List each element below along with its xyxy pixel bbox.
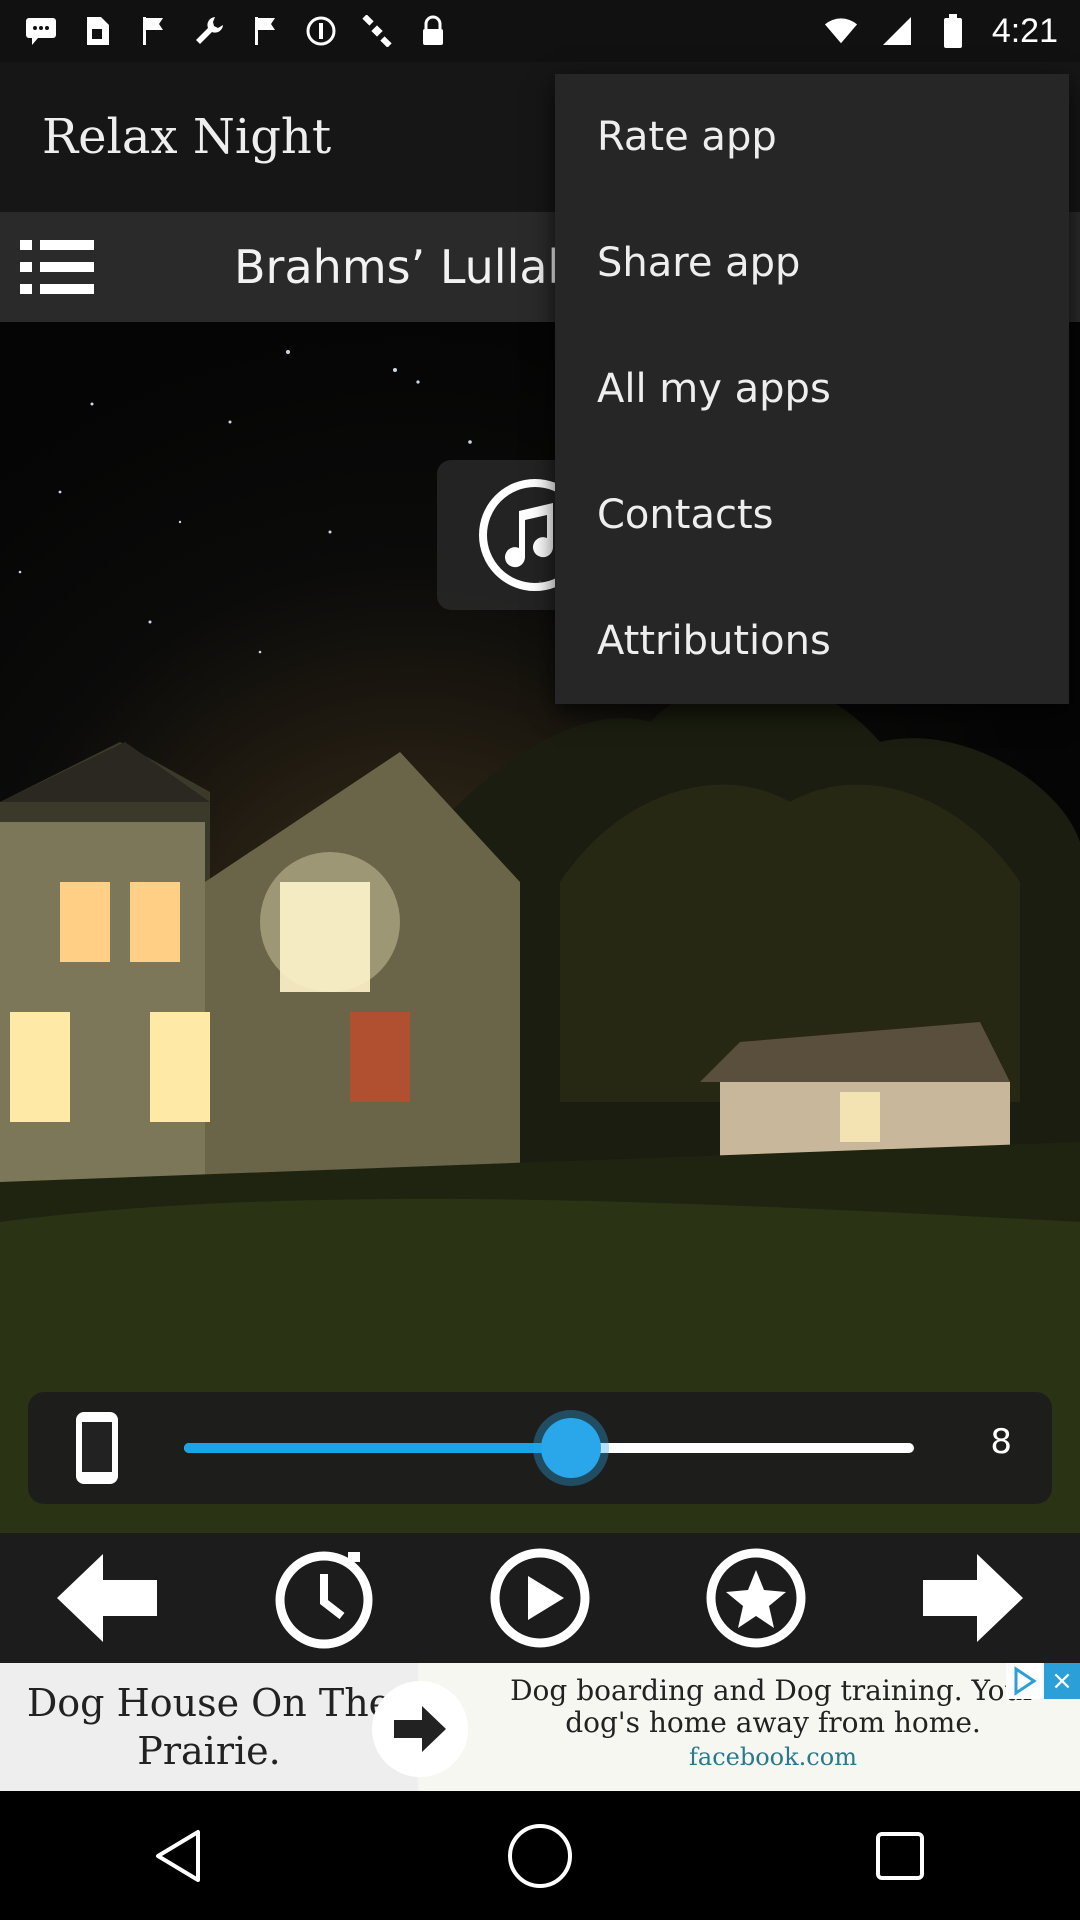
playlist-icon[interactable]: [18, 232, 98, 302]
track-title: Brahms’ Lullaby: [234, 240, 604, 294]
back-icon[interactable]: [135, 1811, 225, 1901]
menu-item-all-my-apps[interactable]: All my apps: [555, 326, 1069, 452]
volume-panel: 8: [28, 1392, 1052, 1504]
navigation-bar: [0, 1791, 1080, 1920]
ad-arrow-icon[interactable]: [372, 1681, 468, 1777]
volume-value: 8: [990, 1422, 1012, 1462]
overflow-menu: Rate app Share app All my apps Contacts …: [555, 74, 1069, 704]
menu-item-rate-app[interactable]: Rate app: [555, 74, 1069, 200]
volume-slider-fill: [184, 1443, 571, 1453]
message-icon: [24, 14, 58, 48]
status-icons-right: 4:21: [824, 12, 1080, 51]
signal-icon: [880, 14, 914, 48]
sim-icon: [80, 14, 114, 48]
previous-icon[interactable]: [53, 1543, 163, 1653]
clock: 4:21: [991, 11, 1058, 50]
timer-icon[interactable]: [269, 1543, 379, 1653]
menu-item-share-app[interactable]: Share app: [555, 200, 1069, 326]
home-icon[interactable]: [495, 1811, 585, 1901]
ad-headline[interactable]: Dog House On The Prairie.: [0, 1663, 418, 1791]
flag-icon: [248, 14, 282, 48]
play-icon[interactable]: [485, 1543, 595, 1653]
ad-url: facebook.com: [689, 1743, 857, 1771]
ad-body-text: Dog boarding and Dog training. Your dog'…: [510, 1674, 1036, 1739]
status-icons-left: [0, 14, 450, 48]
volume-slider-thumb[interactable]: [540, 1418, 601, 1478]
app-title: Relax Night: [42, 109, 332, 165]
flag-icon: [136, 14, 170, 48]
ad-banner[interactable]: Dog House On The Prairie. Dog boarding a…: [0, 1663, 1080, 1791]
status-bar: 4:21: [0, 0, 1080, 62]
sync-icon: [304, 14, 338, 48]
next-icon[interactable]: [917, 1543, 1027, 1653]
menu-item-attributions[interactable]: Attributions: [555, 578, 1069, 704]
favorite-icon[interactable]: [701, 1543, 811, 1653]
ad-choices-icon[interactable]: [1006, 1663, 1042, 1699]
wifi-icon: [824, 14, 858, 48]
ad-body[interactable]: Dog boarding and Dog training. Your dog'…: [478, 1675, 1068, 1773]
battery-icon: [936, 14, 970, 48]
satellite-icon: [360, 14, 394, 48]
recents-icon[interactable]: [855, 1811, 945, 1901]
phone-icon[interactable]: [62, 1410, 132, 1486]
menu-item-contacts[interactable]: Contacts: [555, 452, 1069, 578]
ad-close-icon[interactable]: ×: [1044, 1663, 1080, 1699]
wrench-icon: [192, 14, 226, 48]
lock-icon: [416, 14, 450, 48]
control-bar: [0, 1533, 1080, 1663]
